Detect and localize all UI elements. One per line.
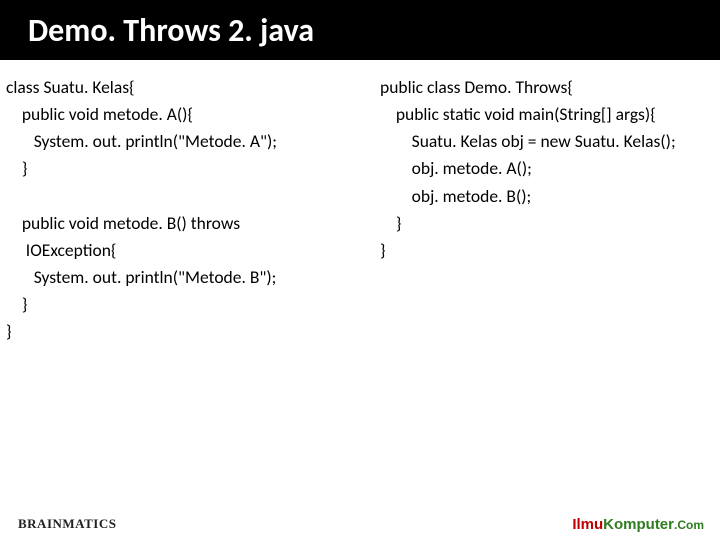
logo-com: .Com	[674, 518, 704, 532]
footer: BRAINMATICS IlmuKomputer.Com	[0, 502, 720, 532]
content-area: class Suatu. Kelas{ public void metode. …	[0, 60, 720, 345]
brainmatics-logo: BRAINMATICS	[18, 516, 116, 532]
title-bar: Demo. Throws 2. java	[0, 0, 720, 60]
code-block-left: class Suatu. Kelas{ public void metode. …	[6, 74, 376, 345]
brainmatics-brand: BRAINMATICS	[18, 516, 116, 532]
slide-title: Demo. Throws 2. java	[28, 11, 314, 50]
code-block-right: public class Demo. Throws{ public static…	[380, 74, 712, 345]
logo-komputer: Komputer	[603, 516, 674, 533]
ilmukomputer-logo: IlmuKomputer.Com	[572, 517, 704, 532]
ilmukomputer-brand: IlmuKomputer.Com	[572, 517, 704, 532]
logo-ilmu: Ilmu	[572, 516, 603, 533]
